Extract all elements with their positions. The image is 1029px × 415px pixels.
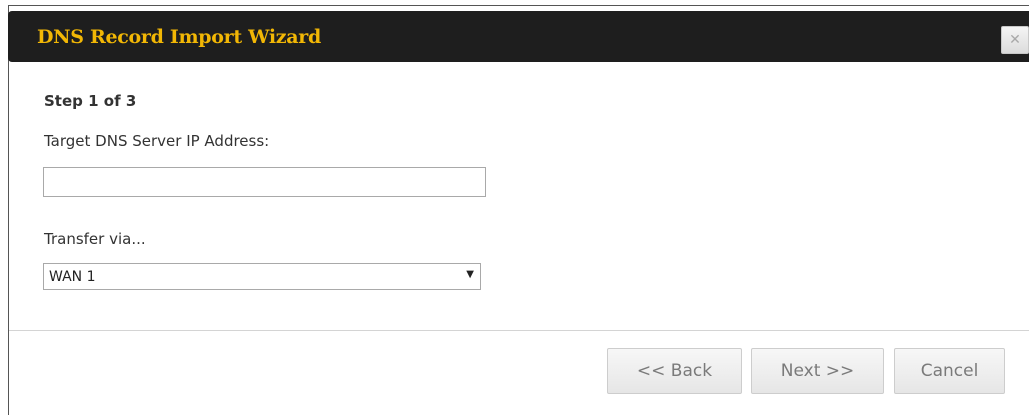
target-ip-input[interactable] [43,167,486,197]
footer-divider [9,330,1029,331]
transfer-via-selected-value: WAN 1 [49,269,96,285]
cancel-button[interactable]: Cancel [894,348,1005,394]
close-icon: ✕ [1009,32,1021,48]
transfer-via-select[interactable]: WAN 1 ▼ [43,263,481,290]
close-button[interactable]: ✕ [1001,26,1029,54]
dialog-title: DNS Record Import Wizard [37,26,321,48]
dropdown-arrow-icon: ▼ [466,269,474,280]
back-button[interactable]: << Back [607,348,742,394]
target-ip-label: Target DNS Server IP Address: [44,132,270,150]
next-button[interactable]: Next >> [751,348,884,394]
transfer-via-label: Transfer via... [44,230,146,248]
step-indicator: Step 1 of 3 [44,92,137,110]
dialog-titlebar: DNS Record Import Wizard ✕ [8,11,1029,62]
